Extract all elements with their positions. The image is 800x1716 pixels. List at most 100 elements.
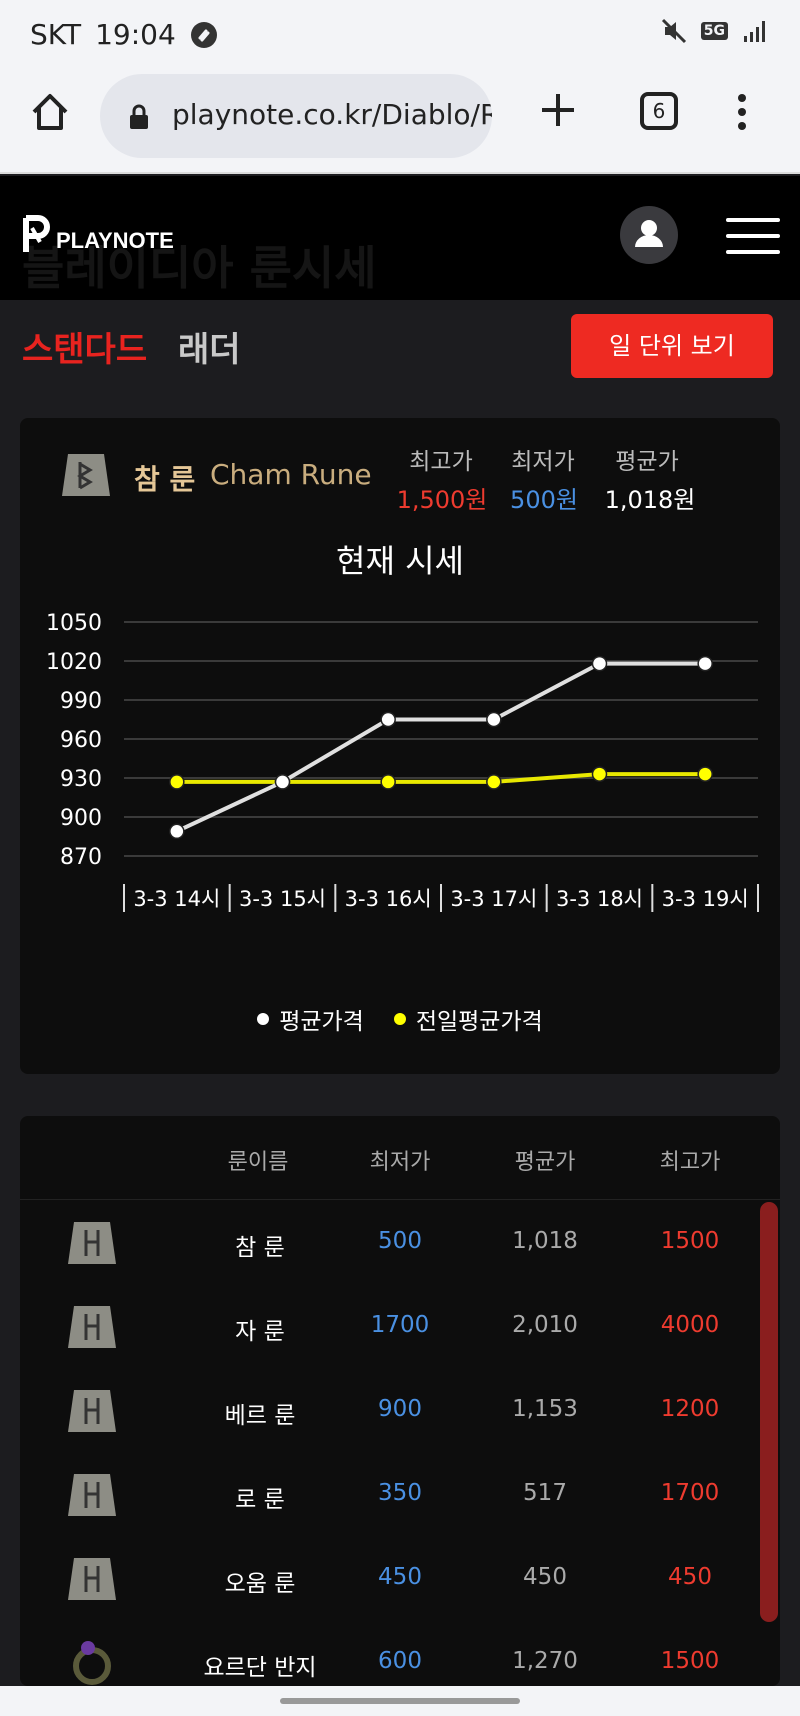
tab-count: 6 [652, 99, 666, 123]
scrollbar-thumb[interactable] [760, 1202, 778, 1622]
carrier: SKT [30, 18, 82, 51]
lo-rune-icon [68, 1474, 116, 1516]
data-point [486, 711, 502, 728]
legend-label: 전일평균가격 [415, 1009, 543, 1035]
rune-name-korean: 참 룬 [134, 463, 196, 496]
jordan-ring-icon [73, 1641, 111, 1685]
mute-icon [661, 18, 686, 44]
lock-icon [130, 104, 148, 129]
hamburger-menu-icon[interactable] [726, 218, 780, 254]
data-point [697, 655, 713, 672]
browser-toolbar: playnote.co.kr/Diablo/Ru 6 [0, 66, 800, 174]
data-point [274, 774, 291, 790]
shazam-icon [190, 21, 217, 48]
day-view-button[interactable]: 일 단위 보기 [571, 314, 773, 378]
x-tick-label: 3-3 18시 [556, 887, 643, 911]
network-type: 5G [700, 22, 728, 40]
status-right: 5G [661, 18, 768, 44]
data-point [591, 655, 608, 672]
legend-item-prev-avg[interactable]: 전일평균가격 [393, 1002, 543, 1036]
x-tick-label: 3-3 15시 [239, 887, 326, 911]
avg-price-value: 1,018원 [604, 486, 696, 514]
chart-title: 현재 시세 [336, 542, 464, 580]
x-tick-label: 3-3 19시 [662, 887, 749, 911]
y-tick-label: 990 [60, 689, 102, 714]
y-tick-label: 1050 [46, 611, 102, 636]
data-point [169, 823, 185, 840]
url-text: playnote.co.kr/Diablo/Ru [172, 98, 492, 131]
col-min: 최저가 [369, 1150, 431, 1175]
tab-switcher-button[interactable]: 6 [640, 92, 678, 130]
avg-price-cell: 517 [523, 1480, 567, 1506]
system-nav-bar [0, 1686, 800, 1716]
table-row[interactable]: 오움 룬 450 450 450 [20, 1538, 760, 1622]
table-row[interactable]: 참 룬 500 1,018 1500 [20, 1202, 760, 1286]
avg-price-cell: 1,018 [512, 1228, 578, 1254]
ber-rune-icon [68, 1390, 116, 1432]
y-tick-label: 960 [60, 728, 102, 753]
home-icon[interactable] [28, 90, 72, 134]
price-chart-card: 참 룬 Cham Rune 최고가 최저가 평균가 1,500원 500원 1,… [20, 418, 780, 1074]
max-price-cell: 4000 [660, 1312, 720, 1338]
max-price-cell: 450 [668, 1564, 712, 1590]
table-row[interactable]: 베르 룬 900 1,153 1200 [20, 1370, 760, 1454]
address-bar[interactable]: playnote.co.kr/Diablo/Ru [100, 74, 492, 158]
legend-dot-yellow [393, 1013, 406, 1025]
price-line-chart: 1050 1020 990 960 930 900 870 3-3 14시 3-3 15시 3-3… [46, 611, 759, 912]
data-point [380, 774, 396, 790]
max-price-label: 최고가 [409, 449, 473, 475]
data-point [697, 766, 713, 782]
clock: 19:04 [95, 18, 176, 51]
data-point [591, 766, 608, 782]
avg-price-cell: 450 [523, 1564, 567, 1590]
min-price-cell: 350 [378, 1480, 422, 1506]
min-price-cell: 500 [378, 1228, 422, 1254]
site-logo[interactable]: PLAYNOTE [22, 214, 174, 254]
x-tick-label: 3-3 17시 [450, 887, 537, 911]
playnote-logo-icon [23, 215, 50, 252]
cham-rune-icon [68, 1222, 116, 1264]
min-price-label: 최저가 [511, 449, 575, 475]
table-header: 룬이름 최저가 평균가 최고가 [20, 1116, 780, 1200]
x-tick-label: 3-3 16시 [345, 887, 432, 911]
y-tick-label: 930 [60, 767, 102, 792]
avg-price-cell: 1,270 [512, 1648, 578, 1674]
max-price-cell: 1700 [660, 1480, 720, 1506]
user-icon [635, 220, 663, 247]
min-price-cell: 450 [378, 1564, 422, 1590]
y-tick-label: 870 [60, 845, 102, 870]
new-tab-icon[interactable] [536, 88, 580, 132]
logo-text: PLAYNOTE [56, 228, 174, 253]
min-price-cell: 1700 [370, 1312, 430, 1338]
max-price-cell: 1500 [660, 1648, 720, 1674]
data-point [486, 774, 502, 790]
table-row[interactable]: 요르단 반지 600 1,270 1500 [20, 1622, 760, 1686]
status-left: SKT 19:04 [30, 18, 218, 51]
legend-item-avg[interactable]: 평균가격 [257, 1002, 364, 1036]
x-tick-label: 3-3 14시 [133, 887, 220, 911]
legend-label: 평균가격 [279, 1009, 364, 1035]
more-menu-icon[interactable] [732, 90, 752, 134]
table-row[interactable]: 로 룬 350 517 1700 [20, 1454, 760, 1538]
min-price-cell: 600 [378, 1648, 422, 1674]
y-tick-label: 1020 [46, 650, 102, 675]
table-row[interactable]: 자 룬 1700 2,010 4000 [20, 1286, 760, 1370]
series-line [175, 661, 706, 834]
home-gesture-bar[interactable] [280, 1698, 520, 1704]
ohm-rune-icon [68, 1558, 116, 1600]
user-account-button[interactable] [620, 206, 678, 264]
zod-rune-icon [68, 1306, 116, 1348]
tab-standard[interactable]: 스탠다드 [22, 322, 147, 371]
min-price-cell: 900 [378, 1396, 422, 1422]
y-tick-label: 900 [60, 806, 102, 831]
data-point [169, 774, 185, 790]
tab-ladder[interactable]: 래더 [178, 322, 241, 371]
signal-icon [744, 21, 765, 42]
rune-price-table: 룬이름 최저가 평균가 최고가 참 룬 500 1,018 1500 자 룬 1700 2,… [20, 1116, 780, 1686]
legend-dot-white [257, 1013, 270, 1025]
min-price-value: 500원 [510, 486, 578, 514]
cham-rune-icon [62, 454, 110, 496]
avg-price-cell: 1,153 [512, 1396, 578, 1422]
site-header: 블레이디아 룬시세 PLAYNOTE [0, 176, 800, 300]
avg-price-label: 평균가 [615, 449, 679, 475]
